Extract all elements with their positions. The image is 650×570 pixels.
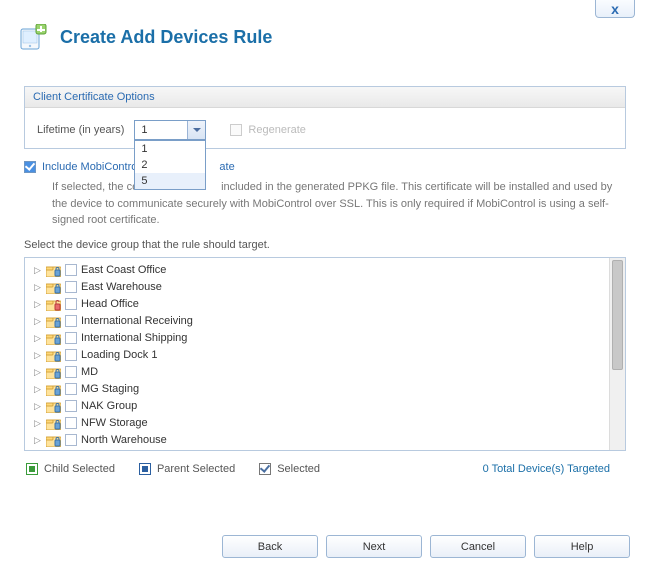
tree-scrollbar[interactable]: [609, 258, 625, 450]
tree-checkbox[interactable]: [65, 332, 77, 344]
folder-icon: [46, 366, 61, 379]
folder-icon: [46, 315, 61, 328]
device-group-tree: ▷ East Coast Office ▷ East Warehouse ▷ Head O…: [24, 257, 626, 451]
tree-checkbox[interactable]: [65, 417, 77, 429]
legend-parent: Parent Selected: [157, 463, 235, 475]
tree-label: Head Office: [81, 298, 139, 310]
tree-checkbox[interactable]: [65, 281, 77, 293]
lifetime-option-1[interactable]: 1: [135, 141, 205, 157]
chevron-down-icon: [187, 121, 205, 139]
help-button[interactable]: Help: [534, 535, 630, 558]
legend-child: Child Selected: [44, 463, 115, 475]
expand-icon[interactable]: ▷: [33, 317, 42, 326]
expand-icon[interactable]: ▷: [33, 351, 42, 360]
folder-icon: [46, 332, 61, 345]
tree-prompt: Select the device group that the rule sh…: [24, 239, 626, 251]
tree-checkbox[interactable]: [65, 400, 77, 412]
tree-row[interactable]: ▷ North Warehouse: [29, 432, 625, 449]
tree-checkbox[interactable]: [65, 298, 77, 310]
tree-checkbox[interactable]: [65, 366, 77, 378]
expand-icon[interactable]: ▷: [33, 266, 42, 275]
expand-icon[interactable]: ▷: [33, 436, 42, 445]
tree-row[interactable]: ▷ NAK Group: [29, 398, 625, 415]
folder-icon: [46, 434, 61, 447]
tree-label: International Shipping: [81, 332, 187, 344]
expand-icon[interactable]: ▷: [33, 419, 42, 428]
tree-checkbox[interactable]: [65, 434, 77, 446]
regenerate-label: Regenerate: [248, 124, 306, 136]
legend: Child Selected Parent Selected Selected …: [24, 459, 626, 477]
tree-row[interactable]: ▷ NFW Storage: [29, 415, 625, 432]
folder-icon: [46, 264, 61, 277]
add-device-icon: [20, 24, 50, 50]
folder-icon: [46, 298, 61, 311]
tree-label: International Receiving: [81, 315, 193, 327]
close-button[interactable]: x: [595, 0, 635, 18]
lifetime-option-5[interactable]: 5: [135, 173, 205, 189]
tree-checkbox[interactable]: [65, 349, 77, 361]
lifetime-label: Lifetime (in years): [37, 124, 124, 136]
tree-row[interactable]: ▷ East Warehouse: [29, 279, 625, 296]
folder-icon: [46, 417, 61, 430]
tree-row[interactable]: ▷ MD: [29, 364, 625, 381]
targeted-count: 0 Total Device(s) Targeted: [483, 463, 610, 475]
tree-row[interactable]: ▷ MG Staging: [29, 381, 625, 398]
tree-row[interactable]: ▷ Head Office: [29, 296, 625, 313]
folder-icon: [46, 400, 61, 413]
dialog-title: Create Add Devices Rule: [60, 27, 272, 48]
back-button[interactable]: Back: [222, 535, 318, 558]
lifetime-select[interactable]: 1 1 2 5: [134, 120, 206, 140]
include-cert-label-prefix: Include MobiContro: [42, 161, 137, 173]
lifetime-option-2[interactable]: 2: [135, 157, 205, 173]
lifetime-dropdown[interactable]: 1 2 5: [134, 140, 206, 190]
dialog-header: Create Add Devices Rule: [0, 0, 650, 58]
folder-icon: [46, 281, 61, 294]
legend-selected-icon: [259, 463, 271, 475]
folder-icon: [46, 383, 61, 396]
cancel-button[interactable]: Cancel: [430, 535, 526, 558]
folder-icon: [46, 349, 61, 362]
expand-icon[interactable]: ▷: [33, 300, 42, 309]
close-icon: x: [611, 2, 619, 16]
tree-label: NAK Group: [81, 400, 137, 412]
lifetime-value: 1: [141, 124, 147, 136]
tree-label: North Warehouse: [81, 434, 167, 446]
expand-icon[interactable]: ▷: [33, 283, 42, 292]
tree-checkbox[interactable]: [65, 315, 77, 327]
legend-selected: Selected: [277, 463, 320, 475]
expand-icon[interactable]: ▷: [33, 334, 42, 343]
tree-checkbox[interactable]: [65, 264, 77, 276]
scroll-thumb[interactable]: [612, 260, 623, 370]
include-cert-checkbox[interactable]: [24, 161, 36, 173]
expand-icon[interactable]: ▷: [33, 385, 42, 394]
tree-label: MD: [81, 366, 98, 378]
tree-label: East Warehouse: [81, 281, 162, 293]
tree-label: NFW Storage: [81, 417, 148, 429]
include-cert-label-suffix: ate: [219, 161, 234, 173]
next-button[interactable]: Next: [326, 535, 422, 558]
tree-label: East Coast Office: [81, 264, 166, 276]
tree-row[interactable]: ▷ Loading Dock 1: [29, 347, 625, 364]
cert-options-title: Client Certificate Options: [25, 87, 625, 108]
tree-row[interactable]: ▷ International Receiving: [29, 313, 625, 330]
legend-child-icon: [26, 463, 38, 475]
cert-options-section: Client Certificate Options Lifetime (in …: [24, 86, 626, 149]
tree-row[interactable]: ▷ International Shipping: [29, 330, 625, 347]
tree-checkbox[interactable]: [65, 383, 77, 395]
tree-row[interactable]: ▷ East Coast Office: [29, 262, 625, 279]
expand-icon[interactable]: ▷: [33, 402, 42, 411]
expand-icon[interactable]: ▷: [33, 368, 42, 377]
legend-parent-icon: [139, 463, 151, 475]
regenerate-checkbox: [230, 124, 242, 136]
tree-label: MG Staging: [81, 383, 139, 395]
tree-label: Loading Dock 1: [81, 349, 157, 361]
